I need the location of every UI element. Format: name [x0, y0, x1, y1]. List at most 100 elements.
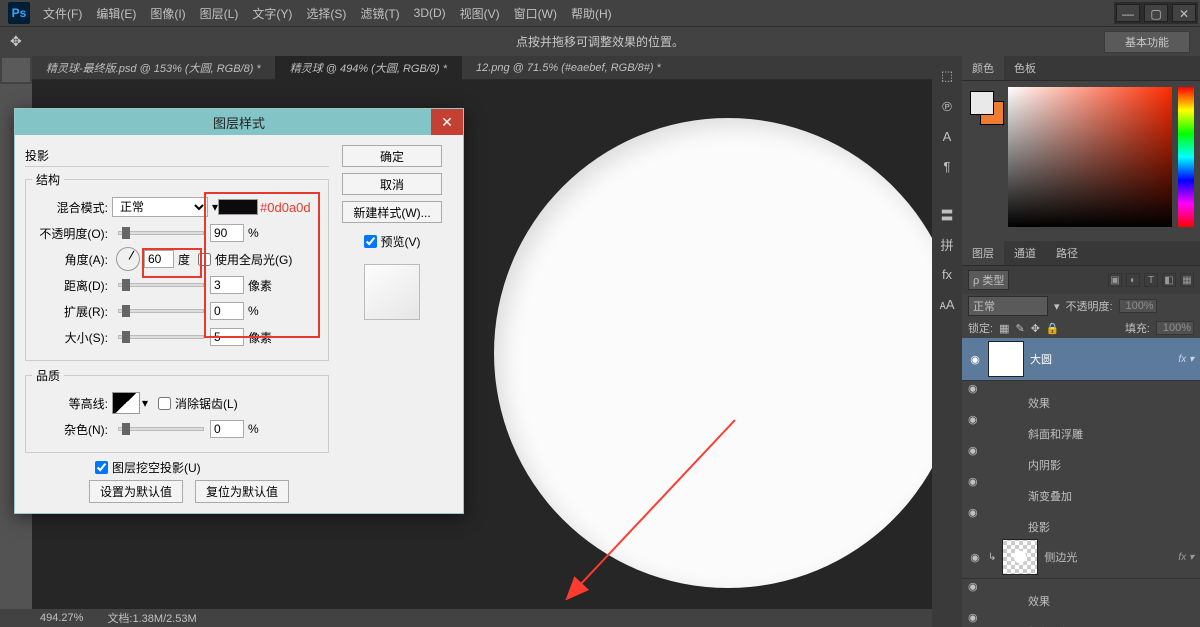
layer-name[interactable]: 侧边光 [1044, 549, 1172, 565]
lock-position-icon[interactable]: ✥ [1031, 322, 1040, 335]
menu-filter[interactable]: 滤镜(T) [353, 5, 406, 22]
set-default-button[interactable]: 设置为默认值 [89, 480, 183, 503]
opacity-panel-value[interactable]: 100% [1119, 299, 1157, 313]
menu-view[interactable]: 视图(V) [453, 5, 507, 22]
color-swatch[interactable] [970, 91, 1004, 125]
document-tab-2[interactable]: 12.png @ 71.5% (#eaebef, RGB/8#) * [462, 58, 675, 78]
global-light-checkbox[interactable] [198, 253, 211, 266]
menu-window[interactable]: 窗口(W) [507, 5, 564, 22]
hue-slider[interactable] [1178, 87, 1194, 227]
filter-smart-icon[interactable]: ▦ [1180, 273, 1194, 287]
ok-button[interactable]: 确定 [342, 145, 442, 167]
visibility-icon[interactable]: ◉ [968, 414, 978, 426]
noise-input[interactable] [210, 420, 244, 438]
filter-image-icon[interactable]: ▣ [1108, 273, 1122, 287]
tab-layers[interactable]: 图层 [962, 241, 1004, 265]
opacity-slider[interactable] [118, 231, 204, 235]
dialog-titlebar[interactable]: 图层样式 ✕ [15, 109, 463, 135]
filter-adjust-icon[interactable]: ◐ [1126, 273, 1140, 287]
noise-slider[interactable] [118, 427, 204, 431]
tab-color[interactable]: 颜色 [962, 56, 1004, 80]
fill-value[interactable]: 100% [1156, 321, 1194, 335]
size-slider[interactable] [118, 335, 204, 339]
layer-thumbnail[interactable] [1002, 539, 1038, 575]
layer-row[interactable]: ◉ ↳ 侧边光 fx ▾ [962, 536, 1200, 579]
layer-name[interactable]: 大圆 [1030, 351, 1172, 367]
layer-fx-item[interactable]: 效果 [968, 593, 1194, 609]
tab-swatches[interactable]: 色板 [1004, 56, 1046, 80]
visibility-icon[interactable]: ◉ [968, 353, 982, 366]
window-maximize-icon[interactable]: ▢ [1144, 4, 1168, 22]
visibility-icon[interactable]: ◉ [968, 581, 978, 593]
tab-channels[interactable]: 通道 [1004, 241, 1046, 265]
strip-kuler-icon[interactable]: 拼 [935, 232, 959, 256]
opacity-input[interactable] [210, 224, 244, 242]
visibility-icon[interactable]: ◉ [968, 612, 978, 624]
layer-fx-badge[interactable]: fx ▾ [1178, 354, 1194, 365]
visibility-icon[interactable]: ◉ [968, 383, 978, 395]
distance-input[interactable] [210, 276, 244, 294]
preview-checkbox[interactable] [364, 235, 377, 248]
move-tool[interactable] [2, 58, 30, 82]
blend-mode-select[interactable]: 正常 [112, 197, 208, 217]
filter-shape-icon[interactable]: ◧ [1162, 273, 1176, 287]
visibility-icon[interactable]: ◉ [968, 507, 978, 519]
menu-3d[interactable]: 3D(D) [407, 6, 453, 20]
knockout-checkbox[interactable] [95, 461, 108, 474]
strip-paragraph-icon[interactable]: ¶ [935, 154, 959, 178]
document-tab-0[interactable]: 精灵球-最终版.psd @ 153% (大圆, RGB/8) * [32, 56, 275, 80]
spread-slider[interactable] [118, 309, 204, 313]
menu-image[interactable]: 图像(I) [143, 5, 192, 22]
reset-default-button[interactable]: 复位为默认值 [195, 480, 289, 503]
window-minimize-icon[interactable]: — [1116, 4, 1140, 22]
antialias-checkbox[interactable] [158, 397, 171, 410]
layer-filter-label[interactable]: ρ 类型 [968, 270, 1009, 290]
lock-transparent-icon[interactable]: ▦ [999, 322, 1009, 335]
chevron-down-icon[interactable]: ▾ [1054, 300, 1060, 313]
layer-fx-item[interactable]: 内阴影 [968, 457, 1194, 473]
status-zoom[interactable]: 494.27% [40, 612, 83, 624]
size-input[interactable] [210, 328, 244, 346]
layer-fx-item[interactable]: 效果 [968, 395, 1194, 411]
color-picker[interactable] [1008, 87, 1172, 227]
filter-type-icon[interactable]: T [1144, 273, 1158, 287]
menu-help[interactable]: 帮助(H) [564, 5, 619, 22]
strip-history-icon[interactable]: ⬚ [935, 64, 959, 88]
layer-fx-badge[interactable]: fx ▾ [1178, 552, 1194, 563]
color-fg-icon[interactable] [970, 91, 994, 115]
layer-fx-item[interactable]: 渐变叠加 [968, 488, 1194, 504]
blend-mode-select[interactable]: 正常 [968, 296, 1048, 316]
layer-fx-item[interactable]: 斜面和浮雕 [968, 426, 1194, 442]
menu-file[interactable]: 文件(F) [36, 5, 89, 22]
layer-fx-item[interactable]: 投影 [968, 519, 1194, 535]
angle-dial[interactable] [116, 247, 140, 271]
visibility-icon[interactable]: ◉ [968, 551, 982, 564]
visibility-icon[interactable]: ◉ [968, 445, 978, 457]
strip-swatches-icon[interactable]: 〓 [935, 202, 959, 226]
angle-input[interactable] [144, 250, 174, 268]
visibility-icon[interactable]: ◉ [968, 476, 978, 488]
document-tab-1[interactable]: 精灵球 @ 494% (大圆, RGB/8) * [276, 56, 461, 80]
layer-thumbnail[interactable] [988, 341, 1024, 377]
menu-edit[interactable]: 编辑(E) [89, 5, 143, 22]
layer-row[interactable]: ◉ 大圆 fx ▾ [962, 338, 1200, 381]
menu-select[interactable]: 选择(S) [299, 5, 353, 22]
menu-layer[interactable]: 图层(L) [193, 5, 246, 22]
strip-glyphs-icon[interactable]: ᴀA [935, 292, 959, 316]
contour-picker[interactable] [112, 392, 140, 414]
close-icon[interactable]: ✕ [431, 109, 463, 135]
shadow-color-swatch[interactable] [218, 199, 258, 215]
strip-character-icon[interactable]: A [935, 124, 959, 148]
window-close-icon[interactable]: ✕ [1172, 4, 1196, 22]
workspace-selector[interactable]: 基本功能 [1104, 31, 1190, 53]
cancel-button[interactable]: 取消 [342, 173, 442, 195]
tab-paths[interactable]: 路径 [1046, 241, 1088, 265]
spread-input[interactable] [210, 302, 244, 320]
lock-all-icon[interactable]: 🔒 [1046, 322, 1060, 335]
strip-styles-icon[interactable]: fx [935, 262, 959, 286]
new-style-button[interactable]: 新建样式(W)... [342, 201, 442, 223]
menu-type[interactable]: 文字(Y) [245, 5, 299, 22]
distance-slider[interactable] [118, 283, 204, 287]
lock-paint-icon[interactable]: ✎ [1015, 322, 1024, 335]
strip-properties-icon[interactable]: ℗ [935, 94, 959, 118]
